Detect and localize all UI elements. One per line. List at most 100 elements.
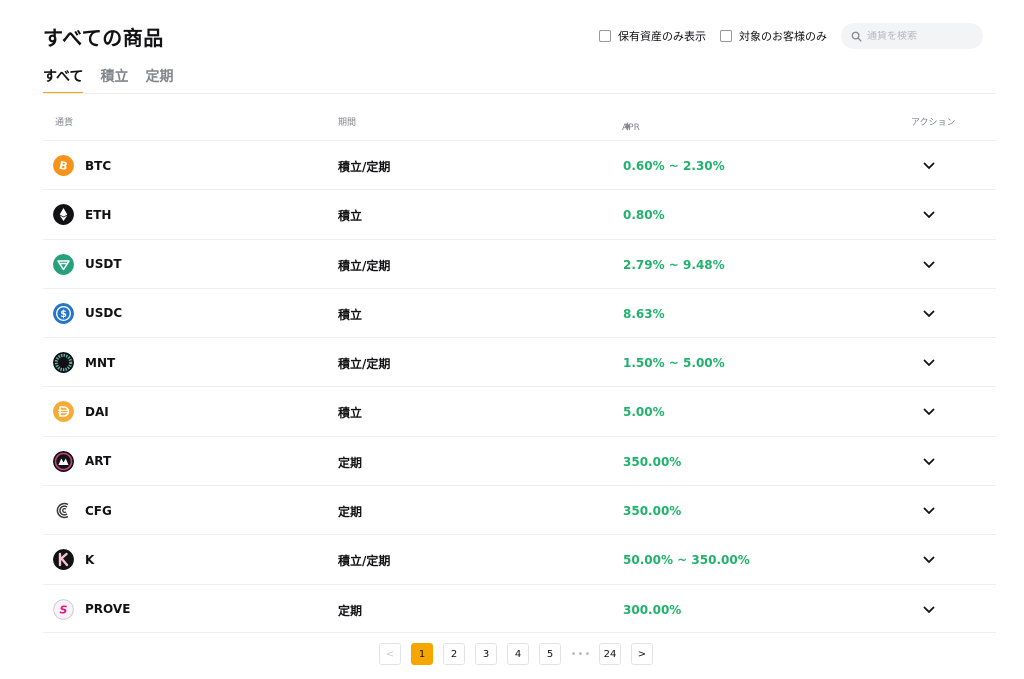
- tab-divider: [43, 93, 996, 94]
- column-header-coin: 通貨: [55, 118, 74, 128]
- expand-button[interactable]: [922, 553, 936, 567]
- term-cell: 積立/定期: [338, 258, 391, 273]
- page-button[interactable]: 5: [539, 643, 561, 665]
- column-header-term: 期間: [338, 118, 357, 128]
- table-row[interactable]: CFG 定期 350.00%: [43, 485, 996, 534]
- term-cell: 積立/定期: [338, 160, 391, 174]
- coin-symbol: USDT: [85, 257, 122, 272]
- chevron-down-icon: [923, 606, 935, 613]
- apr-cell: 0.60% ~ 2.30%: [623, 159, 725, 173]
- apr-cell: 350.00%: [623, 454, 682, 469]
- page-button[interactable]: 4: [507, 643, 529, 665]
- page-button[interactable]: 3: [475, 643, 497, 665]
- table-row[interactable]: K 積立/定期 50.00% ~ 350.00%: [43, 534, 996, 583]
- tab-all[interactable]: すべて: [43, 66, 84, 94]
- expand-button[interactable]: [922, 258, 936, 272]
- search-icon: [851, 31, 862, 42]
- chevron-down-icon: [923, 211, 935, 219]
- table-row[interactable]: $ USDC 積立 8.63%: [43, 287, 996, 337]
- expand-button[interactable]: [922, 603, 936, 617]
- column-header-action: アクション: [911, 118, 956, 128]
- dai-icon: [53, 401, 74, 423]
- usdc-icon: $: [53, 302, 74, 324]
- table-row[interactable]: MNT 積立/定期 1.50% ~ 5.00%: [43, 337, 996, 386]
- coin-cell: MNT: [53, 352, 116, 374]
- page-button[interactable]: 2: [443, 643, 465, 665]
- coin-symbol: ART: [85, 454, 112, 469]
- own-assets-label: 保有資産のみ表示: [618, 30, 706, 43]
- pagination-ellipsis: •••: [571, 643, 591, 665]
- chevron-down-icon: [923, 359, 935, 367]
- page-button[interactable]: 1: [411, 643, 433, 665]
- coin-cell: DAI: [53, 401, 109, 423]
- tether-icon: [53, 253, 74, 275]
- last-page-button[interactable]: 24: [599, 643, 621, 665]
- next-page-button[interactable]: >: [631, 643, 653, 665]
- table-row[interactable]: B BTC 積立/定期 0.60% ~ 2.30%: [43, 140, 996, 189]
- coin-cell: CFG: [53, 500, 112, 521]
- expand-button[interactable]: [922, 159, 936, 173]
- tab-flexible[interactable]: 積立: [100, 66, 128, 94]
- apr-cell: 1.50% ~ 5.00%: [623, 356, 725, 371]
- expand-button[interactable]: [922, 208, 936, 222]
- svg-text:$: $: [60, 309, 67, 320]
- apr-cell: 2.79% ~ 9.48%: [623, 257, 725, 272]
- search-input[interactable]: [867, 30, 977, 42]
- coin-cell: $ USDC: [53, 302, 123, 324]
- expand-button[interactable]: [922, 504, 936, 518]
- prev-page-button[interactable]: <: [379, 643, 401, 665]
- apr-cell: 5.00%: [623, 405, 665, 420]
- apr-cell: 50.00% ~ 350.00%: [623, 553, 750, 568]
- coin-symbol: MNT: [85, 355, 116, 370]
- sort-icon[interactable]: ▲ ▼: [625, 122, 630, 132]
- table-row[interactable]: ART 定期 350.00%: [43, 435, 996, 485]
- eligible-only-label: 対象のお客様のみ: [739, 30, 827, 43]
- apr-cell: 300.00%: [623, 602, 682, 617]
- coin-cell: K: [53, 549, 95, 571]
- search-box[interactable]: [841, 23, 983, 49]
- page-title: すべての商品: [43, 26, 164, 50]
- table-row[interactable]: ETH 積立 0.80%: [43, 189, 996, 238]
- tab-fixed[interactable]: 定期: [145, 66, 173, 94]
- chevron-down-icon: [923, 458, 935, 465]
- eligible-only-checkbox[interactable]: 対象のお客様のみ: [720, 28, 827, 44]
- coin-symbol: PROVE: [85, 602, 131, 617]
- apr-cell: 0.80%: [623, 208, 665, 223]
- coin-symbol: ETH: [85, 207, 112, 222]
- coin-symbol: DAI: [85, 404, 109, 419]
- filter-bar: 保有資産のみ表示 対象のお客様のみ: [599, 23, 983, 49]
- term-cell: 定期: [338, 603, 363, 618]
- table-row[interactable]: S PROVE 定期 300.00%: [43, 583, 996, 633]
- centrifuge-icon: [53, 500, 74, 521]
- chevron-down-icon: [923, 409, 935, 416]
- own-assets-checkbox[interactable]: 保有資産のみ表示: [599, 28, 706, 44]
- ethereum-icon: [53, 204, 74, 226]
- chevron-down-icon: [923, 556, 935, 564]
- coin-symbol: USDC: [85, 306, 123, 321]
- expand-button[interactable]: [922, 405, 936, 419]
- table-row[interactable]: USDT 積立/定期 2.79% ~ 9.48%: [43, 238, 996, 288]
- term-cell: 積立/定期: [338, 554, 391, 569]
- art-icon: [53, 450, 74, 472]
- table-row[interactable]: DAI 積立 5.00%: [43, 386, 996, 435]
- expand-button[interactable]: [922, 455, 936, 469]
- term-cell: 定期: [338, 455, 363, 470]
- chevron-down-icon: [923, 261, 935, 268]
- k-icon: [53, 549, 74, 571]
- mantle-icon: [53, 352, 74, 374]
- expand-button[interactable]: [922, 307, 936, 321]
- checkbox-box[interactable]: [599, 30, 611, 42]
- coin-cell: USDT: [53, 253, 122, 275]
- coin-cell: ART: [53, 450, 112, 472]
- term-cell: 積立: [338, 307, 363, 322]
- coin-cell: B BTC: [53, 155, 111, 176]
- svg-text:S: S: [60, 603, 68, 616]
- coin-symbol: K: [85, 552, 95, 567]
- coin-cell: S PROVE: [53, 598, 131, 620]
- chevron-down-icon: [923, 310, 935, 317]
- checkbox-box[interactable]: [720, 30, 732, 42]
- chevron-down-icon: [923, 162, 935, 169]
- coin-symbol: BTC: [85, 158, 112, 173]
- expand-button[interactable]: [922, 356, 936, 370]
- term-cell: 積立: [338, 406, 363, 421]
